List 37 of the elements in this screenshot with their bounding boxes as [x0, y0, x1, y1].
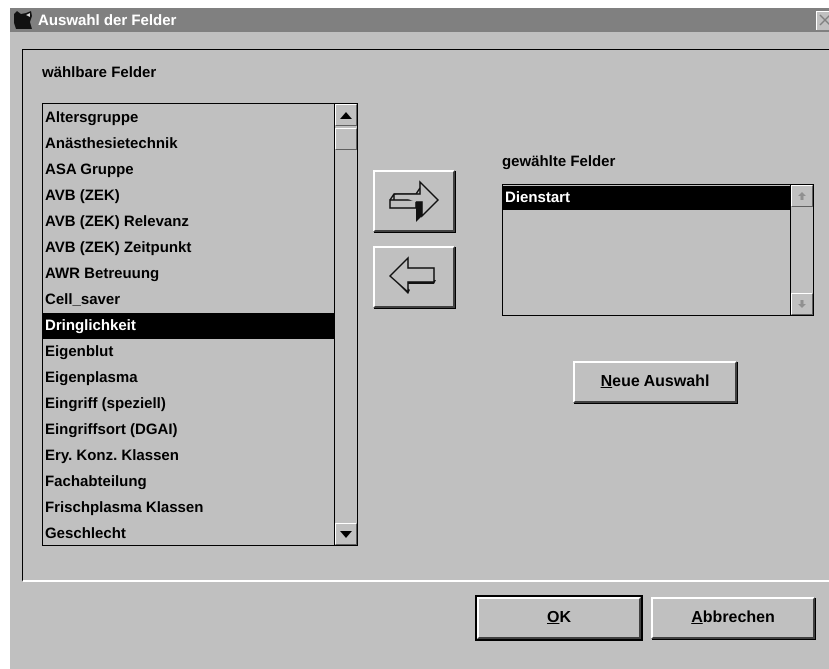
chosen-fields-list[interactable]: Dienstart — [502, 184, 814, 316]
list-item[interactable]: Eigenplasma — [43, 365, 334, 391]
list-item[interactable]: Eingriff (speziell) — [43, 391, 334, 417]
available-fields-list[interactable] — [42, 103, 358, 546]
scroll-up-icon[interactable] — [791, 185, 813, 207]
list-item[interactable]: Cell_saver — [43, 287, 334, 313]
scrollbar[interactable] — [790, 185, 813, 315]
chosen-fields-label: gewählte Felder — [502, 153, 616, 170]
add-button[interactable] — [373, 170, 455, 232]
dialog-button[interactable]: OK — [477, 597, 641, 639]
list-item[interactable]: Anästhesietechnik — [43, 131, 334, 157]
list-item[interactable]: Dienstart — [503, 186, 790, 210]
list-item[interactable]: Eingriffsort (DGAI) — [43, 417, 334, 443]
remove-button[interactable] — [373, 246, 455, 308]
close-icon[interactable] — [816, 10, 829, 30]
available-fields-label: wählbare Felder — [42, 64, 158, 81]
list-item[interactable]: Dringlichkeit — [43, 313, 334, 339]
list-item[interactable]: Frischplasma Klassen — [43, 495, 334, 521]
scroll-down-icon[interactable] — [335, 523, 357, 545]
list-item[interactable]: Altersgruppe — [43, 105, 334, 131]
new-selection-button[interactable]: Neue Auswahl — [573, 361, 737, 403]
list-item[interactable]: ASA Gruppe — [43, 157, 334, 183]
list-item[interactable]: Ery. Konz. Klassen — [43, 443, 334, 469]
scroll-thumb[interactable] — [335, 128, 357, 150]
list-item[interactable]: AVB (ZEK) Zeitpunkt — [43, 235, 334, 261]
cat-icon — [12, 10, 34, 30]
scroll-up-icon[interactable] — [335, 104, 357, 126]
dialog-button[interactable]: Abbrechen — [651, 597, 815, 639]
list-item[interactable]: Geschlecht — [43, 521, 334, 545]
scroll-down-icon[interactable] — [791, 293, 813, 315]
list-item[interactable]: AWR Betreuung — [43, 261, 334, 287]
window-title: Auswahl der Felder — [38, 12, 178, 28]
list-item[interactable]: Fachabteilung — [43, 469, 334, 495]
scrollbar[interactable] — [334, 104, 357, 545]
list-item[interactable]: Eigenblut — [43, 339, 334, 365]
list-item[interactable]: AVB (ZEK) — [43, 183, 334, 209]
list-item[interactable]: AVB (ZEK) Relevanz — [43, 209, 334, 235]
